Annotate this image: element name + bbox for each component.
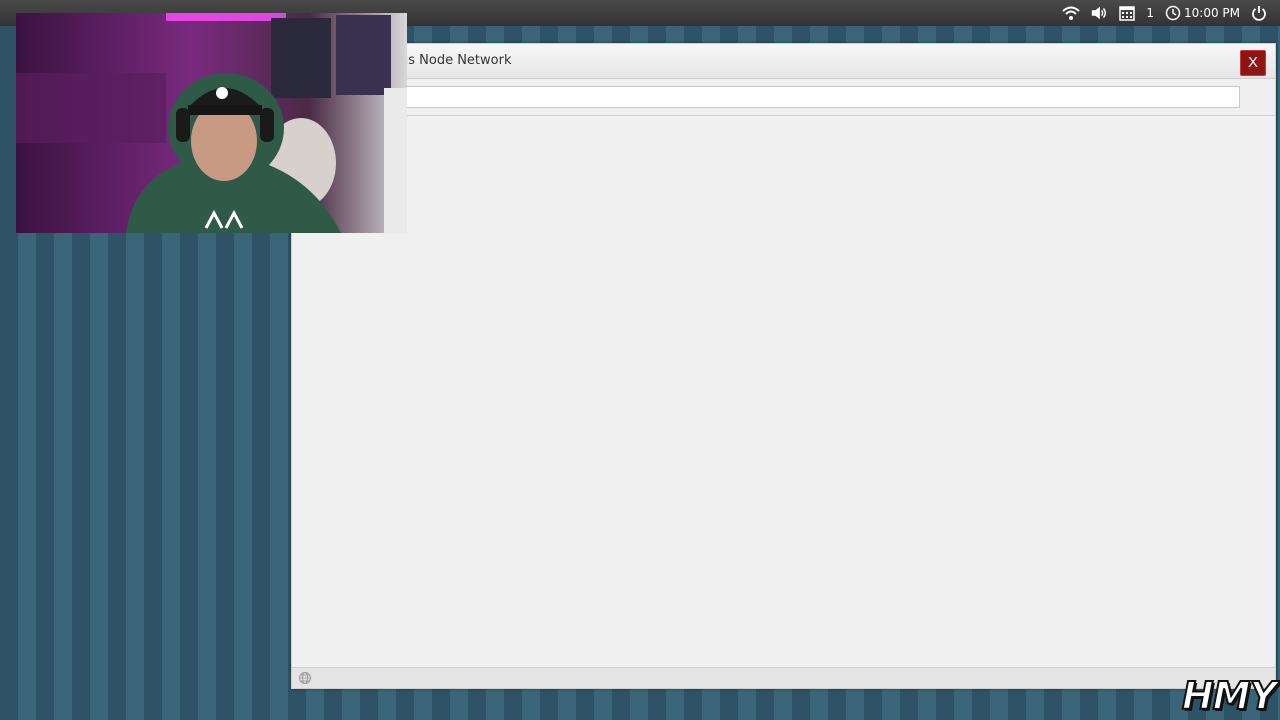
- close-button[interactable]: X: [1240, 50, 1266, 76]
- browser-window: us Node Network X: [291, 43, 1276, 689]
- webcam-image: [16, 13, 407, 233]
- volume-icon[interactable]: [1090, 4, 1108, 22]
- wifi-icon[interactable]: [1062, 4, 1081, 22]
- hmy-logo: HMY: [1181, 673, 1278, 719]
- address-input[interactable]: [400, 86, 1240, 108]
- webcam-overlay: [16, 13, 407, 233]
- clock-time[interactable]: 10:00 PM: [1184, 6, 1240, 20]
- page-content-area: [292, 116, 1275, 668]
- globe-icon[interactable]: [298, 670, 312, 689]
- status-bar: [292, 667, 1275, 688]
- window-title: us Node Network: [400, 53, 512, 68]
- power-icon[interactable]: [1250, 4, 1268, 22]
- workspace-count: 1: [1146, 6, 1154, 20]
- window-titlebar[interactable]: us Node Network X: [292, 44, 1275, 79]
- calendar-icon[interactable]: [1118, 4, 1136, 22]
- clock-icon: [1164, 4, 1182, 22]
- system-tray: 1 10:00 PM: [1062, 0, 1268, 26]
- address-toolbar: [292, 79, 1275, 116]
